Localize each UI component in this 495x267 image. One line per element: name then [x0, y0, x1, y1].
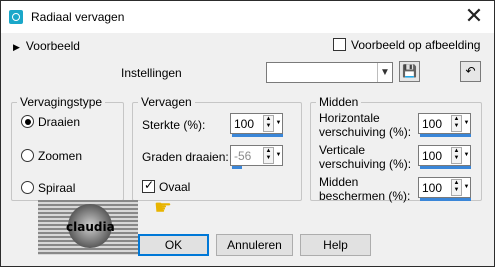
- watermark-text: claudia: [66, 220, 115, 234]
- cancel-button[interactable]: Annuleren: [216, 234, 293, 256]
- ovaal-checkbox[interactable]: [142, 178, 155, 193]
- horiz-slider-bar[interactable]: [420, 134, 471, 137]
- slider-popup-icon[interactable]: ▼: [463, 179, 470, 196]
- horiz-label-line1: Horizontale: [319, 111, 380, 125]
- save-preset-icon[interactable]: 💾: [399, 61, 420, 82]
- sterkte-value[interactable]: 100: [234, 117, 254, 131]
- preview-on-image-checkbox[interactable]: [333, 38, 346, 51]
- midden-title: Midden: [316, 95, 362, 109]
- bescherm-slider-bar[interactable]: [420, 198, 471, 201]
- spin-updown-icon[interactable]: ▲ ▼: [451, 115, 462, 132]
- vervagen-title: Vervagen: [138, 95, 195, 109]
- vert-label-line1: Verticale: [319, 143, 366, 157]
- spin-updown-icon[interactable]: ▲ ▼: [451, 147, 462, 164]
- radio-draaien[interactable]: [21, 115, 34, 128]
- sterkte-label: Sterkte (%):: [142, 118, 206, 132]
- graden-label: Graden draaien:: [142, 150, 229, 164]
- sterkte-slider-bar[interactable]: [232, 134, 283, 137]
- vervagingstype-title: Vervagingstype: [17, 95, 106, 109]
- vert-slider-bar[interactable]: [420, 166, 471, 169]
- slider-popup-icon[interactable]: ▼: [463, 115, 470, 132]
- radio-spiraal[interactable]: [21, 181, 34, 194]
- reset-icon[interactable]: ↶: [460, 61, 481, 82]
- title-bar: Radiaal vervagen ✕: [1, 1, 494, 33]
- preview-toggle[interactable]: ▶ Voorbeeld: [13, 39, 80, 53]
- slider-popup-icon[interactable]: ▼: [463, 147, 470, 164]
- spin-updown-icon[interactable]: ▲ ▼: [451, 179, 462, 196]
- spin-updown-icon[interactable]: ▲ ▼: [263, 115, 274, 132]
- horiz-value[interactable]: 100: [422, 117, 442, 131]
- preview-on-image-label: Voorbeeld op afbeelding: [351, 38, 481, 52]
- radio-spiraal-label: Spiraal: [38, 181, 76, 195]
- expand-arrow-icon: ▶: [13, 42, 20, 52]
- spin-updown-icon[interactable]: ▲ ▼: [263, 147, 274, 164]
- vert-spinner[interactable]: 100 ▲ ▼ ▼: [418, 145, 471, 169]
- bescherm-spinner[interactable]: 100 ▲ ▼ ▼: [418, 177, 471, 201]
- ovaal-label: Ovaal: [159, 180, 191, 194]
- vert-label-line2: verschuiving (%):: [319, 157, 412, 171]
- radio-draaien-label: Draaien: [38, 115, 81, 129]
- hand-pointer-icon: ☛: [154, 197, 172, 219]
- app-icon: [9, 10, 23, 24]
- window-title: Radiaal vervagen: [31, 10, 125, 24]
- chevron-down-icon[interactable]: ▼: [377, 63, 392, 82]
- graden-value[interactable]: -56: [234, 149, 251, 163]
- bescherm-label-line1: Midden: [319, 175, 359, 189]
- bescherm-value[interactable]: 100: [422, 181, 442, 195]
- vert-value[interactable]: 100: [422, 149, 442, 163]
- ok-button[interactable]: OK: [138, 234, 209, 256]
- help-button[interactable]: Help: [300, 234, 371, 256]
- radio-zoomen[interactable]: [21, 149, 34, 162]
- dialog-window: Radiaal vervagen ✕ ▶ Voorbeeld Voorbeeld …: [0, 0, 495, 267]
- sterkte-spinner[interactable]: 100 ▲ ▼ ▼: [230, 113, 283, 137]
- horiz-label-line2: verschuiving (%):: [319, 125, 412, 139]
- settings-dropdown[interactable]: ▼: [266, 62, 393, 83]
- slider-popup-icon[interactable]: ▼: [275, 147, 282, 164]
- preview-label: Voorbeeld: [25, 39, 80, 53]
- settings-label: Instellingen: [121, 66, 182, 80]
- graden-spinner[interactable]: -56 ▲ ▼ ▼: [230, 145, 283, 169]
- close-icon[interactable]: ✕: [460, 3, 488, 31]
- bescherm-label-line2: beschermen (%):: [319, 189, 411, 203]
- horiz-spinner[interactable]: 100 ▲ ▼ ▼: [418, 113, 471, 137]
- graden-slider-bar[interactable]: [232, 166, 242, 169]
- radio-zoomen-label: Zoomen: [38, 149, 83, 163]
- claudia-watermark: claudia: [38, 200, 138, 255]
- slider-popup-icon[interactable]: ▼: [275, 115, 282, 132]
